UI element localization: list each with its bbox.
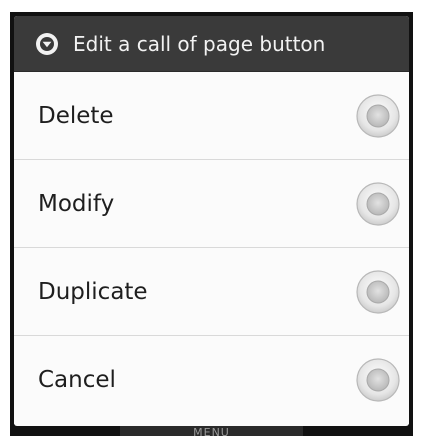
background-menu-label: MENU bbox=[193, 426, 230, 436]
chevron-down-circle-icon bbox=[35, 32, 59, 56]
context-menu-dialog: Edit a call of page button Delete Modify… bbox=[14, 16, 409, 426]
option-modify[interactable]: Modify bbox=[14, 160, 409, 248]
dialog-title: Edit a call of page button bbox=[73, 31, 326, 56]
option-label: Duplicate bbox=[38, 278, 148, 305]
option-duplicate[interactable]: Duplicate bbox=[14, 248, 409, 336]
options-list: Delete Modify Duplicate Cancel bbox=[14, 72, 409, 424]
option-cancel[interactable]: Cancel bbox=[14, 336, 409, 424]
option-label: Cancel bbox=[38, 367, 116, 393]
option-label: Delete bbox=[38, 102, 114, 129]
radio-button-icon[interactable] bbox=[355, 269, 401, 315]
radio-button-icon[interactable] bbox=[355, 181, 401, 227]
radio-button-icon[interactable] bbox=[355, 357, 401, 403]
option-label: Modify bbox=[38, 190, 115, 217]
dialog-header: Edit a call of page button bbox=[14, 16, 409, 72]
option-delete[interactable]: Delete bbox=[14, 72, 409, 160]
radio-button-icon[interactable] bbox=[355, 93, 401, 139]
